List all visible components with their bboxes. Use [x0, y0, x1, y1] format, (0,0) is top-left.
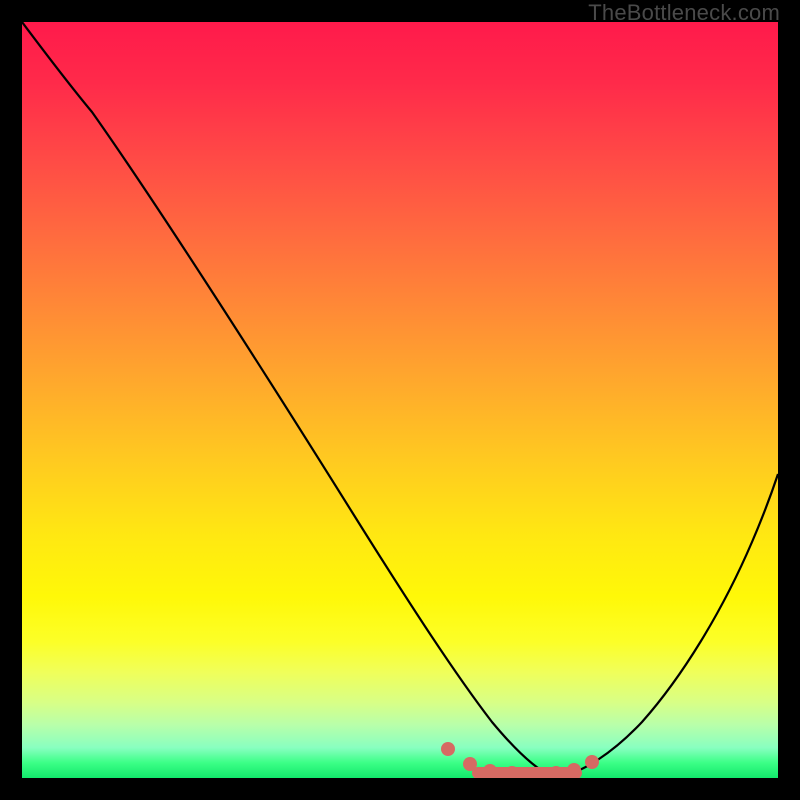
marker-group [441, 742, 599, 778]
marker-dot [585, 755, 599, 769]
curve-layer [22, 22, 778, 778]
chart-stage: TheBottleneck.com [0, 0, 800, 800]
marker-dot [441, 742, 455, 756]
right-curve-path [562, 474, 778, 776]
left-curve-path [22, 22, 552, 776]
watermark-text: TheBottleneck.com [588, 0, 780, 26]
marker-bar [472, 767, 582, 778]
plot-area [22, 22, 778, 778]
